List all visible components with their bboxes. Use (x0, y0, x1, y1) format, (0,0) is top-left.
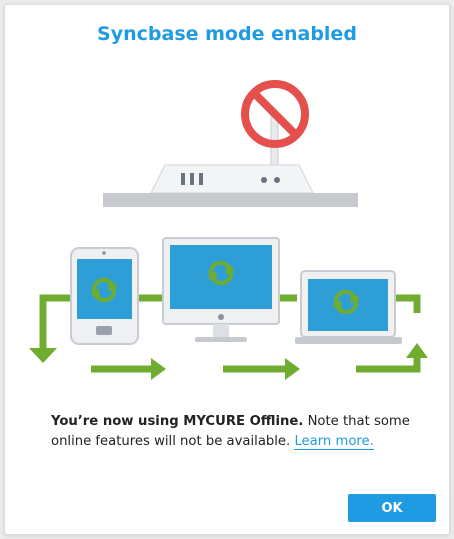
monitor-icon (162, 237, 280, 342)
laptop-icon (295, 270, 402, 344)
message-bold-text: You’re now using MYCURE Offline. (51, 414, 304, 429)
dialog-title: Syncbase mode enabled (97, 23, 357, 45)
offline-sync-illustration (29, 80, 428, 380)
syncbase-dialog: Syncbase mode enabled You’re now using M… (4, 4, 450, 535)
learn-more-link[interactable]: Learn more. (294, 434, 374, 450)
router-icon (103, 112, 358, 207)
phone-icon (70, 247, 139, 345)
offline-message: You’re now using MYCURE Offline. Note th… (51, 412, 421, 452)
ok-button[interactable]: OK (348, 494, 436, 522)
